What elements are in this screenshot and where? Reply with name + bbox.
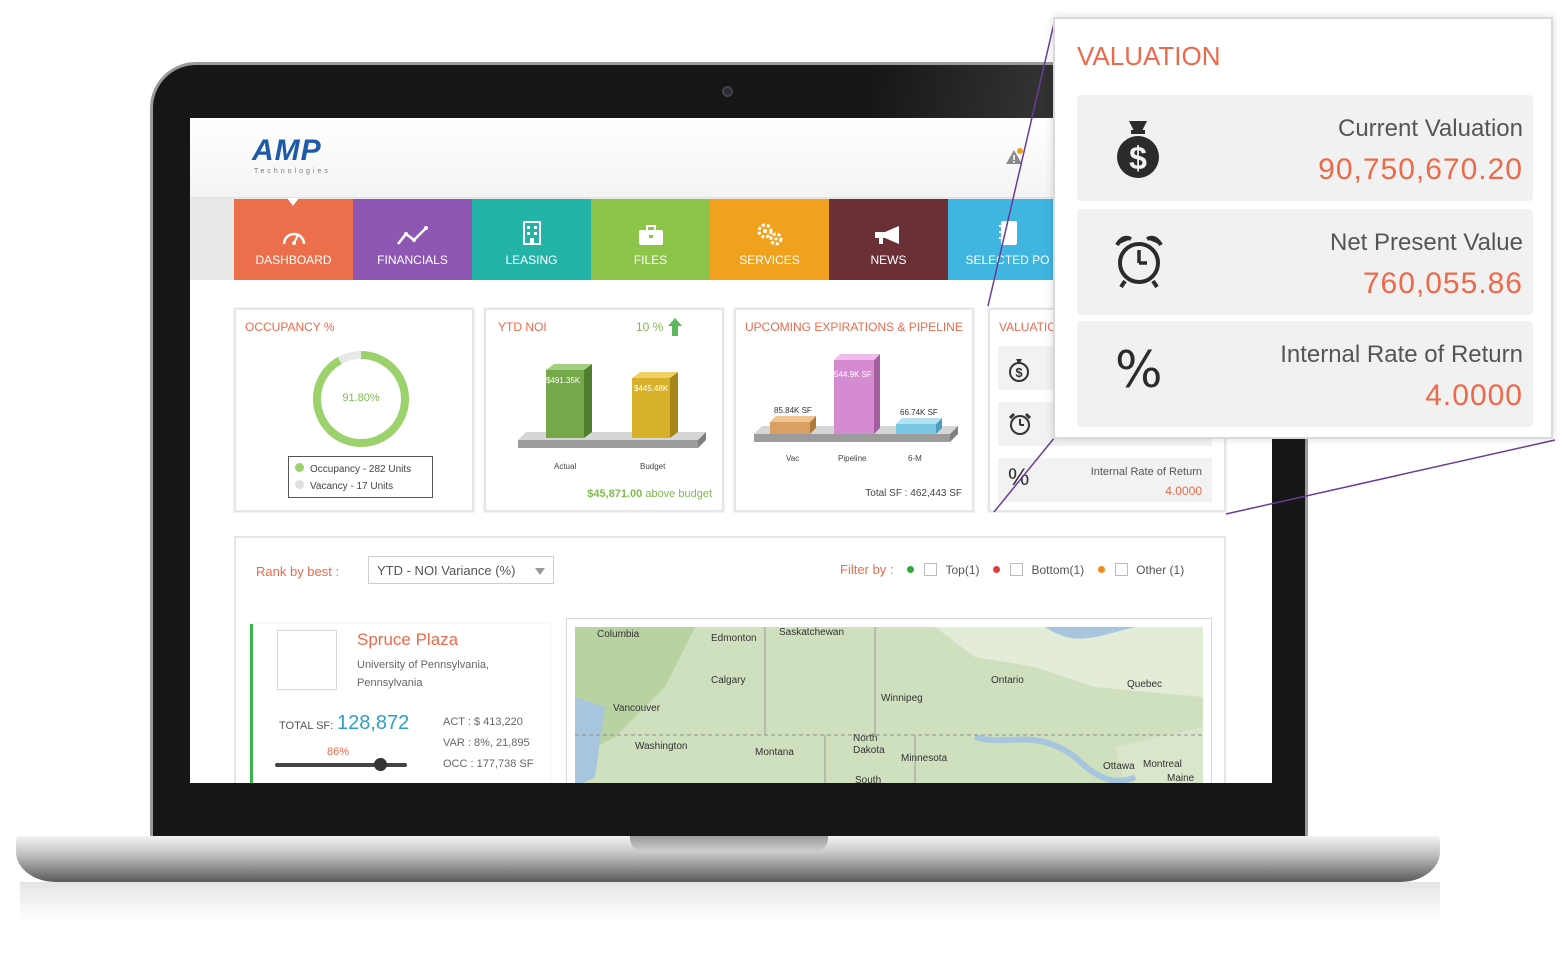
percent-icon: % [1115,341,1163,399]
net-present-value-box: Net Present Value 760,055.86 [1077,209,1533,315]
money-bag-icon: $ [1117,121,1159,178]
current-valuation-value: 90,750,670.20 [1318,153,1523,186]
current-valuation-label: Current Valuation [1338,115,1523,142]
alarm-clock-icon [1115,235,1163,289]
svg-text:$: $ [1129,140,1147,176]
irr-box: % Internal Rate of Return 4.0000 [1077,321,1533,427]
npv-label: Net Present Value [1330,229,1523,256]
npv-value: 760,055.86 [1362,267,1523,300]
callout-title: VALUATION [1077,41,1221,71]
irr-value: 4.0000 [1425,379,1523,412]
current-valuation-box: $ Current Valuation 90,750,670.20 [1077,95,1533,201]
valuation-callout: VALUATION $ Current Valuation 90,750,670… [1053,17,1553,439]
laptop-mockup: AMP Technologies DASHBOARD FINANCIALS LE… [0,0,1562,976]
irr-label: Internal Rate of Return [1280,341,1523,368]
